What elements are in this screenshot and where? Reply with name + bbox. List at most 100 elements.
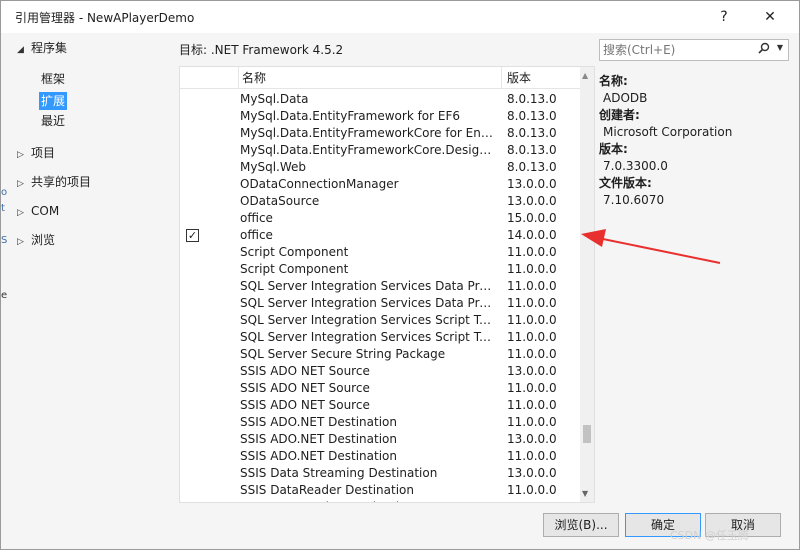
row-name: SSIS ADO NET Source [240,381,370,395]
row-name: SSIS ADO.NET Destination [240,415,397,429]
column-header-version[interactable]: 版本 [504,67,564,89]
tree-item-assemblies[interactable]: ◢ 程序集 [17,39,67,57]
scroll-down-arrow-icon[interactable]: ▼ [582,489,588,498]
row-version: 11.0.0.0 [507,245,557,259]
collapsed-arrow-icon[interactable]: ▷ [17,175,31,193]
row-name: MySql.Data.EntityFrameworkCore for Entit… [240,126,496,140]
tree-subitem-recent[interactable]: 最近 [39,112,67,130]
scroll-up-arrow-icon[interactable]: ▲ [582,71,588,80]
close-button[interactable]: ✕ [756,6,784,28]
table-row[interactable]: MySql.Web 8.0.13.0 [180,159,580,176]
table-row[interactable]: MySql.Data.EntityFrameworkCore.Design f.… [180,142,580,159]
table-row[interactable]: Script Component 11.0.0.0 [180,244,580,261]
edge-text-fragment: e [1,290,8,301]
table-row[interactable]: SSIS ADO.NET Destination 11.0.0.0 [180,414,580,431]
row-version: 8.0.13.0 [507,92,557,106]
table-row[interactable]: ✓ office 14.0.0.0 [180,227,580,244]
title-bar: 引用管理器 - NewAPlayerDemo ? ✕ [1,1,799,33]
row-version: 11.0.0.0 [507,449,557,463]
tree-item-projects[interactable]: ▷ 项目 [17,144,55,162]
tree-item-shared-projects[interactable]: ▷ 共享的项目 [17,173,91,191]
row-version: 8.0.13.0 [507,160,557,174]
vertical-scrollbar[interactable]: ▲ ▼ [580,67,594,502]
tree-subitem-framework[interactable]: 框架 [39,70,67,88]
table-row[interactable]: SSIS ADO.NET Destination 11.0.0.0 [180,448,580,465]
row-version: 11.0.0.0 [507,330,557,344]
search-icon[interactable] [758,42,770,58]
row-version: 14.0.0.0 [507,228,557,242]
tree-item-label: 项目 [31,146,56,160]
table-row[interactable]: SQL Server Integration Services Data Pro… [180,278,580,295]
search-box[interactable]: ▼ [599,39,789,61]
tree-item-com[interactable]: ▷ COM [17,202,59,220]
detail-value-name: ADODB [603,91,648,105]
row-version: 11.0.0.0 [507,381,557,395]
row-name: SSIS DataReader Destination [240,499,496,502]
collapsed-arrow-icon[interactable]: ▷ [17,233,31,251]
row-version: 11.0.0.0 [507,296,557,310]
collapsed-arrow-icon[interactable]: ▷ [17,146,31,164]
detail-label-creator: 创建者: [599,108,640,122]
table-row[interactable]: SQL Server Integration Services Script T… [180,329,580,346]
table-row[interactable]: SSIS Data Streaming Destination 13.0.0.0 [180,465,580,482]
edge-text-fragment: t [1,203,5,214]
table-row[interactable]: SSIS DataReader Destination 11.0.0.0 [180,499,580,502]
row-version: 11.0.0.0 [507,262,557,276]
table-row[interactable]: MySql.Data.EntityFramework for EF6 8.0.13… [180,108,580,125]
row-checkbox[interactable]: ✓ [186,229,199,242]
help-button[interactable]: ? [710,6,738,28]
table-row[interactable]: SQL Server Secure String Package 11.0.0.0 [180,346,580,363]
row-name: office [240,228,273,242]
table-row[interactable]: MySql.Data.EntityFrameworkCore for Entit… [180,125,580,142]
row-name: SSIS DataReader Destination [240,483,414,497]
row-version: 13.0.0.0 [507,177,557,191]
row-name: SQL Server Secure String Package [240,347,446,361]
row-name: MySql.Data.EntityFramework for EF6 [240,109,461,123]
tree-item-label: 浏览 [31,233,56,247]
edge-text-fragment: S [1,235,8,246]
row-version: 11.0.0.0 [507,415,557,429]
row-name: SSIS ADO NET Source [240,364,370,378]
row-name: SQL Server Integration Services Data Pro… [240,296,496,310]
row-version: 13.0.0.0 [507,364,557,378]
table-row[interactable]: office 15.0.0.0 [180,210,580,227]
list-header: 名称 版本 [180,67,580,89]
scrollbar-thumb[interactable] [583,425,591,443]
table-row[interactable]: SSIS ADO NET Source 11.0.0.0 [180,397,580,414]
target-framework-label: 目标: .NET Framework 4.5.2 [179,43,344,57]
table-row[interactable]: Script Component 11.0.0.0 [180,261,580,278]
tree-item-browse[interactable]: ▷ 浏览 [17,231,55,249]
row-name: SSIS ADO.NET Destination [240,449,397,463]
row-version: 13.0.0.0 [507,194,557,208]
row-version: 11.0.0.0 [507,499,567,502]
search-options-dropdown-icon[interactable]: ▼ [777,43,783,52]
expanded-arrow-icon[interactable]: ◢ [17,41,31,59]
detail-label-name: 名称: [599,74,628,88]
table-row[interactable]: ODataConnectionManager 13.0.0.0 [180,176,580,193]
row-version: 11.0.0.0 [507,313,557,327]
table-row[interactable]: SQL Server Integration Services Data Pro… [180,295,580,312]
row-name: SQL Server Integration Services Script T… [240,313,496,327]
row-name: ODataSource [240,194,320,208]
collapsed-arrow-icon[interactable]: ▷ [17,204,31,222]
table-row[interactable]: SSIS ADO NET Source 13.0.0.0 [180,363,580,380]
table-row[interactable]: SSIS ADO.NET Destination 13.0.0.0 [180,431,580,448]
table-row[interactable]: SSIS DataReader Destination 11.0.0.0 [180,482,580,499]
search-input[interactable] [603,42,753,58]
column-header-name[interactable]: 名称 [238,67,502,89]
window-title: 引用管理器 - NewAPlayerDemo [15,11,195,25]
row-name: SSIS ADO NET Source [240,398,370,412]
tree-subitem-extensions[interactable]: 扩展 [39,92,68,110]
tree-item-label: 共享的项目 [31,175,92,189]
row-name: Script Component [240,245,349,259]
browse-button[interactable]: 浏览(B)... [543,513,619,537]
table-row[interactable]: SSIS ADO NET Source 11.0.0.0 [180,380,580,397]
detail-value-file-version: 7.10.6070 [603,193,665,207]
row-name: office [240,211,273,225]
row-version: 11.0.0.0 [507,483,557,497]
table-row[interactable]: SQL Server Integration Services Script T… [180,312,580,329]
edge-text-fragment: o [1,187,8,198]
table-row[interactable]: ODataSource 13.0.0.0 [180,193,580,210]
table-row[interactable]: MySql.Data 8.0.13.0 [180,91,580,108]
detail-label-file-version: 文件版本: [599,176,652,190]
